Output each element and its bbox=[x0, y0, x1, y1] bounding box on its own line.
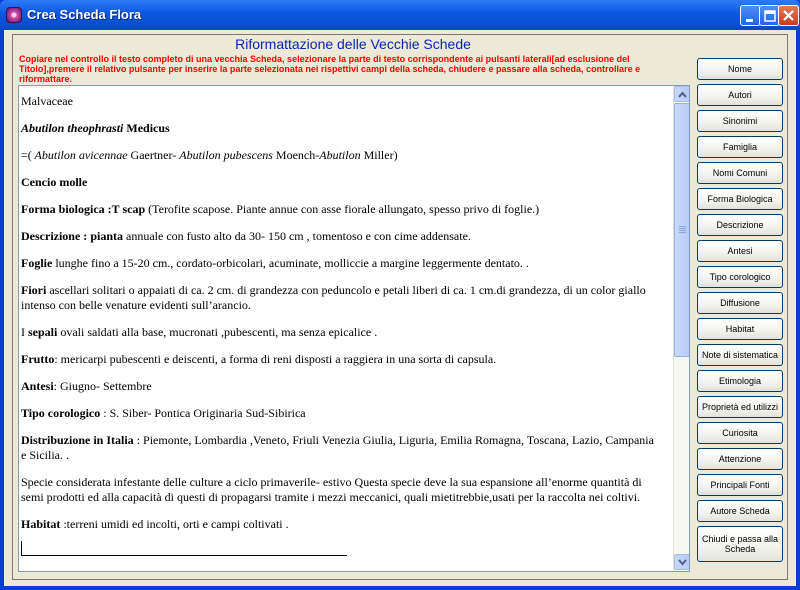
scroll-thumb[interactable] bbox=[674, 103, 689, 357]
minimize-button[interactable] bbox=[740, 5, 761, 26]
synonyms-line: =( Abutilon avicennae Gaertner- Abutilon… bbox=[21, 148, 398, 162]
curiosita-button[interactable]: Curiosita bbox=[697, 422, 783, 444]
antesi-line: Antesi: Giugno- Settembre bbox=[21, 379, 152, 393]
form-frame: Riformattazione delle Vecchie Schede Cop… bbox=[12, 34, 788, 580]
note-line-1: Specie considerata infestante delle cult… bbox=[21, 475, 642, 489]
sepali-line: I sepali ovali saldati alla base, mucron… bbox=[21, 325, 378, 339]
species-line: Abutilon theophrasti Medicus bbox=[21, 121, 170, 135]
autori-button[interactable]: Autori bbox=[697, 84, 783, 106]
note-di-sistematica-button[interactable]: Note di sistematica bbox=[697, 344, 783, 366]
proprieta-utilizzi-button[interactable]: Proprietà ed utilizzi bbox=[697, 396, 783, 418]
habitat-line: Habitat :terreni umidi ed incolti, orti … bbox=[21, 517, 289, 531]
fiori-line-2: intenso con belle venature evidenti sull… bbox=[21, 298, 251, 312]
descrizione-line: Descrizione : pianta annuale con fusto a… bbox=[21, 229, 471, 243]
diffusione-button[interactable]: Diffusione bbox=[697, 292, 783, 314]
foglie-line: Foglie lunghe fino a 15-20 cm., cordato-… bbox=[21, 256, 529, 270]
antesi-button[interactable]: Antesi bbox=[697, 240, 783, 262]
distribuzione-line-2: e Sicilia. . bbox=[21, 448, 69, 462]
forma-line: Forma biologica :T scap (Terofite scapos… bbox=[21, 202, 540, 216]
nomi-comuni-button[interactable]: Nomi Comuni bbox=[697, 162, 783, 184]
descrizione-button[interactable]: Descrizione bbox=[697, 214, 783, 236]
scroll-up-icon bbox=[678, 91, 687, 98]
famiglia-button[interactable]: Famiglia bbox=[697, 136, 783, 158]
window-title: Crea Scheda Flora bbox=[27, 7, 142, 22]
habitat-button[interactable]: Habitat bbox=[697, 318, 783, 340]
principali-fonti-button[interactable]: Principali Fonti bbox=[697, 474, 783, 496]
window-client: Riformattazione delle Vecchie Schede Cop… bbox=[4, 30, 796, 586]
scroll-down-icon bbox=[678, 559, 687, 566]
scroll-down-button[interactable] bbox=[674, 554, 689, 570]
family-line: Malvaceae bbox=[21, 94, 73, 108]
autore-scheda-button[interactable]: Autore Scheda bbox=[697, 500, 783, 522]
fiori-line-1: Fiori ascellari solitari o appaiati di c… bbox=[21, 283, 646, 297]
close-icon bbox=[783, 10, 794, 21]
maximize-button[interactable] bbox=[759, 5, 780, 26]
app-window: Crea Scheda Flora Riformattazione delle … bbox=[0, 0, 800, 590]
distribuzione-line-1: Distribuzione in Italia : Piemonte, Lomb… bbox=[21, 433, 654, 447]
chiudi-passa-scheda-button[interactable]: Chiudi e passa alla Scheda bbox=[697, 526, 783, 562]
nome-button[interactable]: Nome bbox=[697, 58, 783, 80]
text-caret bbox=[21, 541, 22, 556]
title-bar[interactable]: Crea Scheda Flora bbox=[0, 0, 800, 30]
sinonimi-button[interactable]: Sinonimi bbox=[697, 110, 783, 132]
separator-line bbox=[21, 555, 347, 556]
attenzione-button[interactable]: Attenzione bbox=[697, 448, 783, 470]
note-line-2: semi prodotti ed alla capacità di questi… bbox=[21, 490, 641, 504]
scroll-up-button[interactable] bbox=[674, 86, 689, 102]
close-button[interactable] bbox=[778, 5, 799, 26]
flower-app-icon[interactable] bbox=[6, 7, 22, 23]
forma-biologica-button[interactable]: Forma Biologica bbox=[697, 188, 783, 210]
etimologia-button[interactable]: Etimologia bbox=[697, 370, 783, 392]
instructions-text: Copiare nel controllo il testo completo … bbox=[19, 54, 641, 84]
vertical-scrollbar[interactable] bbox=[673, 86, 689, 571]
frutto-line: Frutto: mericarpi pubescenti e deiscenti… bbox=[21, 352, 497, 366]
corologico-line: Tipo corologico : S. Siber- Pontica Orig… bbox=[21, 406, 306, 420]
form-heading: Riformattazione delle Vecchie Schede bbox=[235, 36, 471, 52]
tipo-corologico-button[interactable]: Tipo corologico bbox=[697, 266, 783, 288]
common-name-line: Cencio molle bbox=[21, 175, 88, 189]
text-editor[interactable]: Malvaceae Abutilon theophrasti Medicus =… bbox=[18, 85, 690, 572]
